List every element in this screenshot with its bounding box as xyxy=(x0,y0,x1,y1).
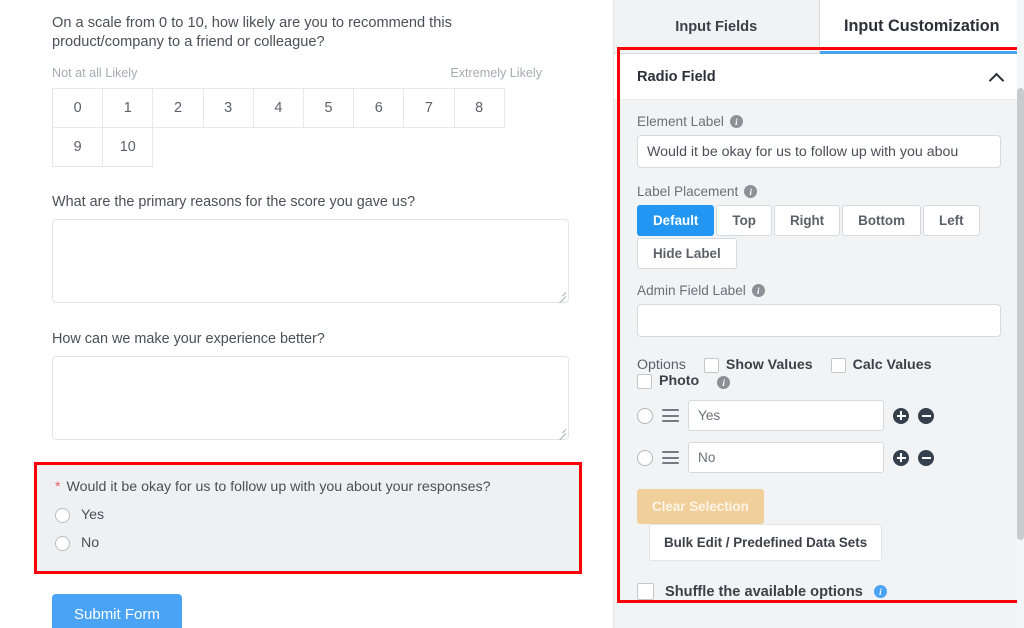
placement-hide-label-button[interactable]: Hide Label xyxy=(637,238,737,269)
calc-values-checkbox[interactable]: Calc Values xyxy=(831,357,932,373)
placement-left-button[interactable]: Left xyxy=(923,205,980,236)
better-textarea[interactable] xyxy=(52,356,569,440)
followup-question-label: Would it be okay for us to follow up wit… xyxy=(66,479,490,495)
calc-values-label: Calc Values xyxy=(853,357,932,373)
followup-option-no-label: No xyxy=(81,535,99,551)
reasons-textarea-wrap xyxy=(52,219,569,303)
better-question-label: How can we make your experience better? xyxy=(52,331,586,347)
nps-option-5[interactable]: 5 xyxy=(303,88,354,128)
label-placement-text: Label Placement xyxy=(637,184,738,199)
followup-option-yes[interactable]: Yes xyxy=(55,507,563,523)
drag-handle-icon[interactable] xyxy=(662,409,679,422)
plus-circle-icon[interactable] xyxy=(893,408,909,424)
nps-option-2[interactable]: 2 xyxy=(152,88,203,128)
scrollbar-thumb[interactable] xyxy=(1017,88,1024,540)
options-caption: Options xyxy=(637,357,686,373)
accordion-title: Radio Field xyxy=(637,69,716,85)
info-icon[interactable]: i xyxy=(752,284,765,297)
form-preview-pane: On a scale from 0 to 10, how likely are … xyxy=(0,0,614,628)
nps-option-3[interactable]: 3 xyxy=(203,88,254,128)
options-header-row: Options Show Values Calc Values Photo i xyxy=(637,357,1001,389)
photo-label: Photo xyxy=(659,373,699,389)
option-value-input-yes[interactable] xyxy=(688,400,884,431)
element-label-caption: Element Label i xyxy=(637,114,1001,129)
minus-circle-icon[interactable] xyxy=(918,408,934,424)
option-row xyxy=(637,400,1001,431)
placement-right-button[interactable]: Right xyxy=(774,205,840,236)
chevron-up-icon[interactable] xyxy=(990,72,1004,81)
info-icon[interactable]: i xyxy=(874,585,887,598)
option-value-input-no[interactable] xyxy=(688,442,884,473)
shuffle-options-label: Shuffle the available options xyxy=(665,584,863,600)
clear-selection-button[interactable]: Clear Selection xyxy=(637,489,764,524)
show-values-checkbox[interactable]: Show Values xyxy=(704,357,813,373)
radio-field-accordion-header[interactable]: Radio Field xyxy=(614,54,1024,100)
drag-handle-icon[interactable] xyxy=(662,451,679,464)
nps-question-title: On a scale from 0 to 10, how likely are … xyxy=(52,14,522,52)
option-radio-icon[interactable] xyxy=(637,450,653,466)
app-root: On a scale from 0 to 10, how likely are … xyxy=(0,0,1024,628)
admin-field-label-input[interactable] xyxy=(637,304,1001,337)
admin-field-label-text: Admin Field Label xyxy=(637,283,746,298)
followup-field-highlight: * Would it be okay for us to follow up w… xyxy=(34,462,582,574)
info-icon[interactable]: i xyxy=(730,115,743,128)
nps-option-0[interactable]: 0 xyxy=(52,88,103,128)
reasons-textarea[interactable] xyxy=(52,219,569,303)
bulk-edit-button[interactable]: Bulk Edit / Predefined Data Sets xyxy=(649,524,882,561)
checkbox-icon[interactable] xyxy=(637,583,654,600)
element-label-text: Element Label xyxy=(637,114,724,129)
option-radio-icon[interactable] xyxy=(637,408,653,424)
nps-option-1[interactable]: 1 xyxy=(102,88,153,128)
nps-option-4[interactable]: 4 xyxy=(253,88,304,128)
nps-scale-labels: Not at all Likely Extremely Likely xyxy=(52,66,542,80)
label-placement-button-group: Default Top Right Bottom Left Hide Label xyxy=(637,205,1001,271)
placement-top-button[interactable]: Top xyxy=(716,205,772,236)
scale-low-label: Not at all Likely xyxy=(52,66,137,80)
followup-question-row: * Would it be okay for us to follow up w… xyxy=(55,479,563,495)
submit-form-button[interactable]: Submit Form xyxy=(52,594,182,628)
nps-option-6[interactable]: 6 xyxy=(353,88,404,128)
nps-option-8[interactable]: 8 xyxy=(454,88,505,128)
element-label-input[interactable] xyxy=(637,135,1001,168)
settings-panel-body: Element Label i Label Placement i Defaul… xyxy=(614,100,1024,620)
nps-option-10[interactable]: 10 xyxy=(102,127,153,167)
settings-tabs: Input Fields Input Customization xyxy=(614,0,1024,54)
option-row xyxy=(637,442,1001,473)
photo-checkbox[interactable]: Photo xyxy=(637,373,699,389)
followup-option-yes-label: Yes xyxy=(81,507,104,523)
minus-circle-icon[interactable] xyxy=(918,450,934,466)
admin-field-label-caption: Admin Field Label i xyxy=(637,283,1001,298)
radio-icon[interactable] xyxy=(55,508,70,523)
placement-bottom-button[interactable]: Bottom xyxy=(842,205,921,236)
checkbox-icon[interactable] xyxy=(704,358,719,373)
tab-input-fields[interactable]: Input Fields xyxy=(614,0,820,53)
scale-high-label: Extremely Likely xyxy=(450,66,542,80)
shuffle-options-checkbox[interactable]: Shuffle the available options i xyxy=(637,583,1001,600)
checkbox-icon[interactable] xyxy=(637,374,652,389)
radio-icon[interactable] xyxy=(55,536,70,551)
followup-option-no[interactable]: No xyxy=(55,535,563,551)
plus-circle-icon[interactable] xyxy=(893,450,909,466)
nps-scale-grid: 0 1 2 3 4 5 6 7 8 9 10 xyxy=(52,88,514,166)
info-icon[interactable]: i xyxy=(717,376,730,389)
checkbox-icon[interactable] xyxy=(831,358,846,373)
settings-pane: Input Fields Input Customization Radio F… xyxy=(614,0,1024,628)
better-textarea-wrap xyxy=(52,356,569,440)
required-asterisk: * xyxy=(55,479,60,493)
nps-option-9[interactable]: 9 xyxy=(52,127,103,167)
placement-default-button[interactable]: Default xyxy=(637,205,714,236)
info-icon[interactable]: i xyxy=(744,185,757,198)
label-placement-caption: Label Placement i xyxy=(637,184,1001,199)
show-values-label: Show Values xyxy=(726,357,813,373)
nps-option-7[interactable]: 7 xyxy=(403,88,454,128)
tab-input-customization[interactable]: Input Customization xyxy=(820,0,1024,53)
reasons-question-label: What are the primary reasons for the sco… xyxy=(52,194,586,210)
